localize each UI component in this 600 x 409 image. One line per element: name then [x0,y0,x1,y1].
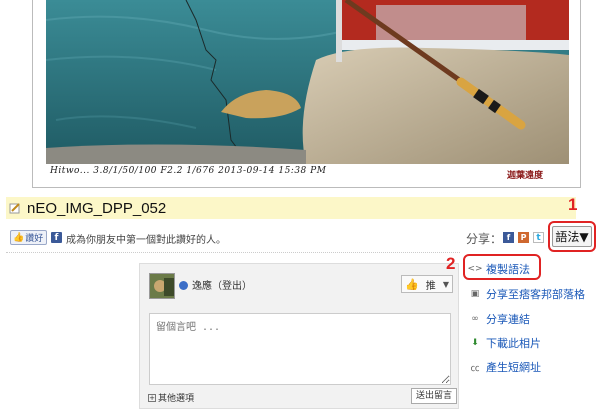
photo[interactable] [46,0,569,164]
photo-title-bar: nEO_IMG_DPP_052 [6,197,576,219]
photo-frame: Hitwo... 3.8/1/50/100 F2.2 1/676 2013-09… [32,0,581,188]
facebook-icon: f [51,232,62,243]
short-url-icon: ㏄ [470,363,480,374]
menu-item-label: 產生短網址 [486,361,541,374]
photographer-signature: 迦葉遠度 [507,171,544,181]
share-twitter-icon[interactable]: t [533,232,544,243]
annotation-circle-1 [548,221,596,252]
like-button[interactable]: 👍 讚好 [10,230,48,245]
share-plurk-icon[interactable]: P [518,232,529,243]
push-label: 推 [425,280,436,292]
annotation-number-1: 1 [568,195,578,214]
share-label: 分享： [466,232,503,246]
avatar [149,273,175,299]
send-comment-button[interactable]: 送出留言 [411,388,457,404]
more-options[interactable]: + 其他選項 [148,391,194,404]
annotation-number-2: 2 [446,254,456,273]
comment-input[interactable] [149,313,451,385]
plus-icon: + [148,393,156,402]
menu-item-label: 下載此相片 [486,337,541,350]
download-icon: ⬇ [471,338,479,348]
pencil-icon [9,203,20,214]
share-facebook-icon[interactable]: f [503,232,514,243]
chevron-down-icon: ▼ [442,279,449,289]
push-button[interactable]: 👍 推 ▼ [401,275,453,293]
menu-item-download-photo[interactable]: ⬇ 下載此相片 [469,335,541,351]
menu-item-share-link[interactable]: ∞ 分享連結 [469,311,530,327]
menu-item-share-blog[interactable]: ▣ 分享至痞客邦部落格 [469,286,585,302]
photo-image [46,0,569,164]
menu-item-label: 分享連結 [486,313,530,326]
exif-caption: Hitwo... 3.8/1/50/100 F2.2 1/676 2013-09… [50,166,327,176]
like-prompt: 成為你朋友中第一個對此讚好的人。 [66,235,226,246]
like-button-label: 讚好 [25,234,44,244]
thumbs-up-icon: 👍 [13,232,25,243]
comment-panel: 逸應（登出） 👍 推 ▼ + 其他選項 送出留言 [139,263,459,409]
menu-item-short-url[interactable]: ㏄ 產生短網址 [469,359,541,375]
thumbs-up-icon: 👍 [405,277,419,291]
menu-item-label: 分享至痞客邦部落格 [486,288,585,301]
user-icon [179,281,188,290]
annotation-circle-2 [463,254,541,280]
link-icon: ∞ [471,314,479,324]
blog-icon: ▣ [470,289,480,299]
user-name-logout[interactable]: 逸應（登出） [192,277,252,292]
more-options-label: 其他選項 [158,394,195,404]
photo-title: nEO_IMG_DPP_052 [27,199,167,217]
page: Hitwo... 3.8/1/50/100 F2.2 1/676 2013-09… [0,0,600,409]
